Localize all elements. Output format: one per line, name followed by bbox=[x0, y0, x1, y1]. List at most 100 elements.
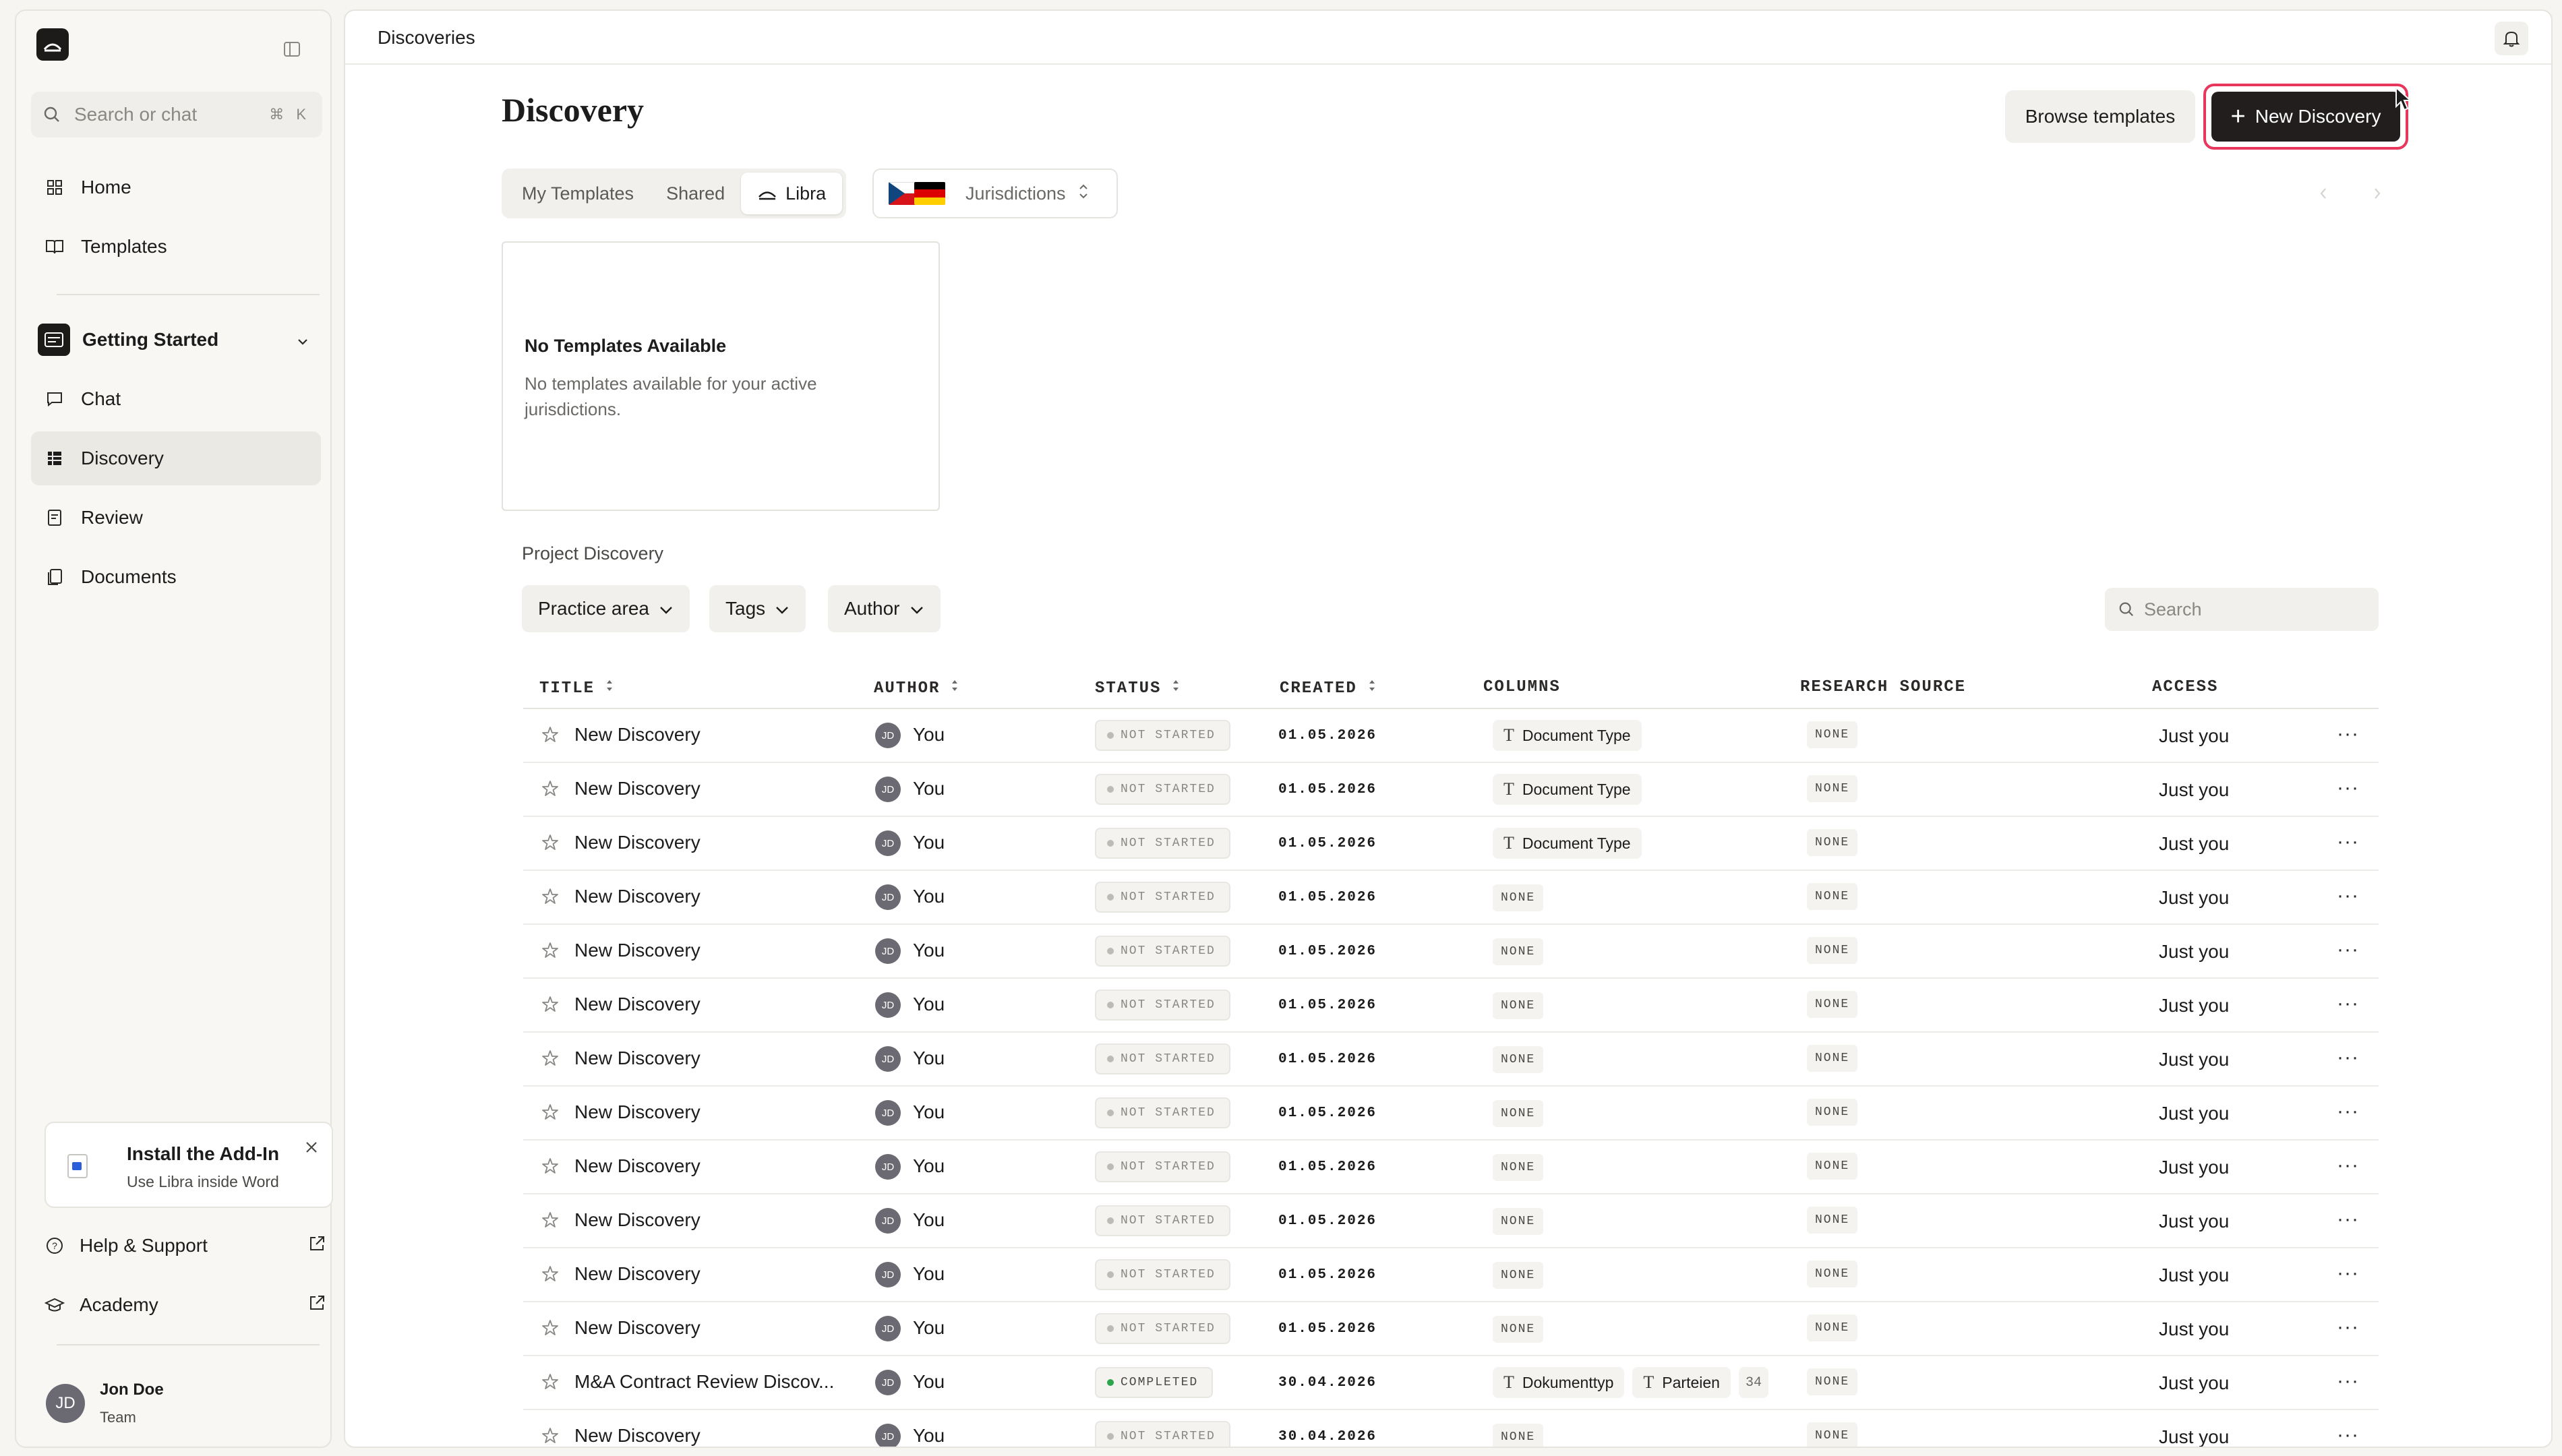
new-discovery-button[interactable]: + New Discovery bbox=[2211, 92, 2400, 142]
row-title[interactable]: New Discovery bbox=[574, 1425, 701, 1447]
more-options-icon[interactable]: ··· bbox=[2337, 723, 2359, 746]
sidebar-item-documents[interactable]: Documents bbox=[31, 550, 321, 604]
star-icon[interactable] bbox=[541, 1426, 560, 1447]
more-options-icon[interactable]: ··· bbox=[2337, 777, 2359, 799]
table-row[interactable]: New Discovery JD You NOT STARTED 01.05.2026 N… bbox=[523, 1194, 2379, 1248]
user-profile[interactable]: JD Jon Doe Team bbox=[46, 1381, 164, 1426]
star-icon[interactable] bbox=[541, 1211, 560, 1233]
row-title[interactable]: New Discovery bbox=[574, 1263, 701, 1285]
star-icon[interactable] bbox=[541, 1157, 560, 1179]
star-icon[interactable] bbox=[541, 1103, 560, 1125]
more-options-icon[interactable]: ··· bbox=[2337, 830, 2359, 853]
table-row[interactable]: New Discovery JD You NOT STARTED 01.05.2026 N… bbox=[523, 1141, 2379, 1194]
column-header-status[interactable]: STATUS bbox=[1095, 678, 1180, 698]
prev-page-button[interactable] bbox=[2299, 169, 2348, 218]
star-icon[interactable] bbox=[541, 1049, 560, 1071]
column-chip: T Document Type bbox=[1493, 774, 1642, 805]
table-row[interactable]: New Discovery JD You NOT STARTED 01.05.2026 T… bbox=[523, 709, 2379, 763]
bell-icon[interactable] bbox=[2495, 22, 2528, 55]
table-row[interactable]: New Discovery JD You NOT STARTED 01.05.2026 N… bbox=[523, 1087, 2379, 1141]
row-title[interactable]: New Discovery bbox=[574, 724, 701, 746]
star-icon[interactable] bbox=[541, 779, 560, 801]
row-title[interactable]: New Discovery bbox=[574, 1155, 701, 1177]
star-icon[interactable] bbox=[541, 833, 560, 855]
table-row[interactable]: New Discovery JD You NOT STARTED 01.05.2026 T… bbox=[523, 763, 2379, 817]
table-row[interactable]: M&A Contract Review Discov... JD You COMPLE… bbox=[523, 1356, 2379, 1410]
row-title[interactable]: New Discovery bbox=[574, 1101, 701, 1123]
column-chip-label: Document Type bbox=[1522, 780, 1631, 798]
star-icon[interactable] bbox=[541, 941, 560, 963]
install-addin-card[interactable]: Install the Add-In Use Libra inside Word bbox=[44, 1122, 333, 1208]
row-title[interactable]: New Discovery bbox=[574, 832, 701, 853]
academy-link[interactable]: Academy bbox=[43, 1285, 326, 1325]
more-options-icon[interactable]: ··· bbox=[2337, 1316, 2359, 1339]
workspace-selector[interactable]: Getting Started bbox=[31, 314, 321, 365]
row-title[interactable]: New Discovery bbox=[574, 1209, 701, 1231]
close-icon[interactable] bbox=[302, 1138, 321, 1157]
tab-my-templates[interactable]: My Templates bbox=[506, 173, 650, 214]
table-row[interactable]: New Discovery JD You NOT STARTED 01.05.2026 N… bbox=[523, 1248, 2379, 1302]
more-options-icon[interactable]: ··· bbox=[2337, 1262, 2359, 1285]
help-support-link[interactable]: ? Help & Support bbox=[43, 1225, 326, 1266]
star-icon[interactable] bbox=[541, 1265, 560, 1287]
more-options-icon[interactable]: ··· bbox=[2337, 938, 2359, 961]
sidebar-search-input[interactable]: Search or chat ⌘ K bbox=[31, 92, 322, 138]
row-title[interactable]: New Discovery bbox=[574, 940, 701, 961]
more-options-icon[interactable]: ··· bbox=[2337, 884, 2359, 907]
table-row[interactable]: New Discovery JD You NOT STARTED 01.05.2026 N… bbox=[523, 871, 2379, 925]
column-header-author[interactable]: AUTHOR bbox=[874, 678, 959, 698]
filter-practice-area[interactable]: Practice area bbox=[522, 585, 690, 632]
row-research-source: NONE bbox=[1807, 1314, 1858, 1341]
sidebar-item-home[interactable]: Home bbox=[31, 160, 321, 214]
table-row[interactable]: New Discovery JD You NOT STARTED 01.05.2026 T… bbox=[523, 817, 2379, 871]
row-title[interactable]: M&A Contract Review Discov... bbox=[574, 1371, 834, 1393]
row-research-source: NONE bbox=[1807, 991, 1858, 1018]
status-label: NOT STARTED bbox=[1121, 1160, 1216, 1174]
row-title[interactable]: New Discovery bbox=[574, 886, 701, 907]
app-logo[interactable] bbox=[36, 28, 69, 61]
row-title[interactable]: New Discovery bbox=[574, 1048, 701, 1069]
more-options-icon[interactable]: ··· bbox=[2337, 1154, 2359, 1177]
row-access: Just you bbox=[2159, 1426, 2230, 1447]
jurisdictions-label: Jurisdictions bbox=[965, 183, 1066, 204]
star-icon[interactable] bbox=[541, 725, 560, 748]
sidebar-item-review[interactable]: Review bbox=[31, 491, 321, 545]
table-row[interactable]: New Discovery JD You NOT STARTED 01.05.2026 N… bbox=[523, 925, 2379, 979]
sidebar-item-templates[interactable]: Templates bbox=[31, 220, 321, 274]
more-options-icon[interactable]: ··· bbox=[2337, 1100, 2359, 1123]
sidebar-item-label: Discovery bbox=[81, 448, 164, 468]
table-row[interactable]: New Discovery JD You NOT STARTED 01.05.2026 N… bbox=[523, 979, 2379, 1033]
more-options-icon[interactable]: ··· bbox=[2337, 992, 2359, 1015]
tab-shared[interactable]: Shared bbox=[650, 173, 741, 214]
table-search-input[interactable]: Search bbox=[2105, 588, 2379, 631]
column-header-created[interactable]: CREATED bbox=[1280, 678, 1376, 698]
more-options-icon[interactable]: ··· bbox=[2337, 1208, 2359, 1231]
tab-libra[interactable]: Libra bbox=[741, 173, 843, 214]
filter-author[interactable]: Author bbox=[828, 585, 941, 632]
table-row[interactable]: New Discovery JD You NOT STARTED 30.04.2026 N… bbox=[523, 1410, 2379, 1447]
table-row[interactable]: New Discovery JD You NOT STARTED 01.05.2026 N… bbox=[523, 1302, 2379, 1356]
browse-templates-button[interactable]: Browse templates bbox=[2005, 90, 2195, 143]
star-icon[interactable] bbox=[541, 1372, 560, 1395]
more-options-icon[interactable]: ··· bbox=[2337, 1046, 2359, 1069]
sidebar-item-discovery[interactable]: Discovery bbox=[31, 431, 321, 485]
row-title[interactable]: New Discovery bbox=[574, 778, 701, 799]
row-title[interactable]: New Discovery bbox=[574, 1317, 701, 1339]
status-label: NOT STARTED bbox=[1121, 729, 1216, 742]
star-icon[interactable] bbox=[541, 995, 560, 1017]
more-options-icon[interactable]: ··· bbox=[2337, 1424, 2359, 1447]
next-page-button[interactable] bbox=[2353, 169, 2402, 218]
jurisdictions-select[interactable]: Jurisdictions bbox=[872, 169, 1118, 218]
row-title[interactable]: New Discovery bbox=[574, 994, 701, 1015]
collapse-sidebar-icon[interactable] bbox=[280, 38, 303, 61]
filter-tags[interactable]: Tags bbox=[709, 585, 806, 632]
sidebar-item-chat[interactable]: Chat bbox=[31, 372, 321, 426]
more-options-icon[interactable]: ··· bbox=[2337, 1370, 2359, 1393]
avatar: JD bbox=[875, 1262, 901, 1287]
column-header-title[interactable]: TITLE bbox=[539, 678, 614, 698]
star-icon[interactable] bbox=[541, 1318, 560, 1341]
star-icon[interactable] bbox=[541, 887, 560, 909]
table-row[interactable]: New Discovery JD You NOT STARTED 01.05.2026 N… bbox=[523, 1033, 2379, 1087]
search-icon bbox=[44, 107, 59, 122]
row-author: You bbox=[913, 1371, 945, 1392]
